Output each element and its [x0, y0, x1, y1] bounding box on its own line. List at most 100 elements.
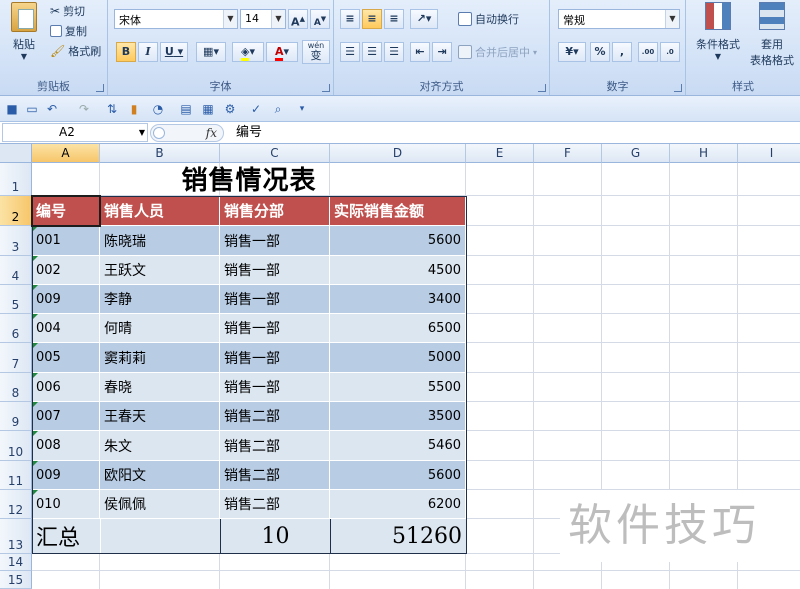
table-header-cell[interactable]: 实际销售金额: [330, 196, 466, 226]
increase-indent-button[interactable]: ⇥: [432, 42, 452, 62]
row-header-3[interactable]: 3: [0, 226, 32, 256]
column-header-i[interactable]: I: [738, 144, 800, 163]
table-row-cell[interactable]: 销售二部: [220, 490, 330, 519]
table-row-cell[interactable]: 王跃文: [100, 256, 220, 285]
column-header-a[interactable]: A: [32, 144, 100, 163]
table-row-cell[interactable]: 春晓: [100, 373, 220, 402]
bold-button[interactable]: B: [116, 42, 136, 62]
merge-center-button[interactable]: 合并后居中 ▾: [458, 43, 537, 61]
row-header-6[interactable]: 6: [0, 314, 32, 343]
customize-toolbar-icon[interactable]: ▾: [294, 101, 310, 117]
table-row-cell[interactable]: 销售二部: [220, 431, 330, 461]
insert-function-control[interactable]: fx: [150, 124, 224, 142]
table-row-cell[interactable]: 5500: [330, 373, 466, 402]
spell-check-icon[interactable]: ✓: [248, 101, 264, 117]
align-center-button[interactable]: ☰: [362, 42, 382, 62]
format-as-table-button[interactable]: 套用 表格格式: [746, 2, 798, 68]
column-header-b[interactable]: B: [100, 144, 220, 163]
increase-decimal-button[interactable]: .00: [638, 42, 658, 62]
row-header-1[interactable]: 1: [0, 163, 32, 196]
align-right-button[interactable]: ☰: [384, 42, 404, 62]
table-row-cell[interactable]: 销售一部: [220, 285, 330, 314]
table-row-cell[interactable]: 002: [32, 256, 100, 285]
new-document-icon[interactable]: ▭: [24, 101, 40, 117]
column-header-c[interactable]: C: [220, 144, 330, 163]
copy-button[interactable]: 复制: [50, 22, 87, 40]
column-header-h[interactable]: H: [670, 144, 738, 163]
font-launcher[interactable]: [322, 84, 330, 92]
row-header-14[interactable]: 14: [0, 554, 32, 571]
table-row-cell[interactable]: 销售二部: [220, 402, 330, 431]
row-header-15[interactable]: 15: [0, 571, 32, 589]
function-icon[interactable]: fx: [206, 125, 217, 142]
select-all-corner[interactable]: [0, 144, 32, 163]
table-row-cell[interactable]: 009: [32, 285, 100, 314]
number-launcher[interactable]: [674, 84, 682, 92]
table-row-cell[interactable]: 欧阳文: [100, 461, 220, 490]
italic-button[interactable]: I: [138, 42, 158, 62]
save-icon[interactable]: ■: [4, 101, 20, 117]
table-row-cell[interactable]: 005: [32, 343, 100, 373]
row-header-4[interactable]: 4: [0, 256, 32, 285]
column-header-d[interactable]: D: [330, 144, 466, 163]
pie-chart-icon[interactable]: ◔: [150, 101, 166, 117]
table-row-cell[interactable]: 004: [32, 314, 100, 343]
table-row-cell[interactable]: 010: [32, 490, 100, 519]
font-color-button[interactable]: A▾: [266, 42, 298, 62]
gear-icon[interactable]: ⚙: [222, 101, 238, 117]
table-header-cell[interactable]: 销售分部: [220, 196, 330, 226]
decrease-decimal-button[interactable]: .0: [660, 42, 680, 62]
table-row-cell[interactable]: 销售一部: [220, 226, 330, 256]
underline-button[interactable]: U ▾: [160, 42, 188, 62]
table-row-cell[interactable]: 001: [32, 226, 100, 256]
column-header-e[interactable]: E: [466, 144, 534, 163]
table-row-cell[interactable]: 销售一部: [220, 343, 330, 373]
table-row-cell[interactable]: 销售一部: [220, 373, 330, 402]
form-icon[interactable]: ▤: [178, 101, 194, 117]
phonetic-button[interactable]: wén 变: [302, 40, 330, 64]
table-row-cell[interactable]: 5460: [330, 431, 466, 461]
row-header-8[interactable]: 8: [0, 373, 32, 402]
alignment-launcher[interactable]: [538, 84, 546, 92]
table-row-cell[interactable]: 009: [32, 461, 100, 490]
align-left-button[interactable]: ☰: [340, 42, 360, 62]
column-header-f[interactable]: F: [534, 144, 602, 163]
decrease-indent-button[interactable]: ⇤: [410, 42, 430, 62]
row-header-11[interactable]: 11: [0, 461, 32, 490]
total-blank-cell[interactable]: [100, 519, 220, 554]
table-row-cell[interactable]: 侯佩佩: [100, 490, 220, 519]
name-box[interactable]: A2 ▼: [2, 123, 148, 142]
table-row-cell[interactable]: 王春天: [100, 402, 220, 431]
table-row-cell[interactable]: 5000: [330, 343, 466, 373]
sort-icon[interactable]: ⇅: [104, 101, 120, 117]
row-header-10[interactable]: 10: [0, 431, 32, 461]
conditional-format-button[interactable]: 条件格式 ▼: [690, 2, 746, 61]
table-row-cell[interactable]: 李静: [100, 285, 220, 314]
align-bottom-button[interactable]: ≡: [384, 9, 404, 29]
shrink-font-button[interactable]: A▼: [310, 9, 330, 29]
align-top-button[interactable]: ≡: [340, 9, 360, 29]
format-painter-button[interactable]: 🖌 格式刷: [50, 42, 101, 60]
wrap-text-button[interactable]: 自动换行: [458, 10, 519, 28]
sheet-title[interactable]: 销售情况表: [32, 163, 466, 197]
row-header-13[interactable]: 13: [0, 519, 32, 554]
total-sum-cell[interactable]: 51260: [330, 519, 466, 554]
table-row-cell[interactable]: 何晴: [100, 314, 220, 343]
table-row-cell[interactable]: 3400: [330, 285, 466, 314]
table-row-cell[interactable]: 销售二部: [220, 461, 330, 490]
total-count-cell[interactable]: 10: [220, 519, 330, 554]
row-header-7[interactable]: 7: [0, 343, 32, 373]
row-header-9[interactable]: 9: [0, 402, 32, 431]
fill-color-button[interactable]: ◈▾: [232, 42, 264, 62]
borders-button[interactable]: ▦▾: [196, 42, 226, 62]
print-preview-icon[interactable]: ⌕: [270, 101, 286, 117]
row-header-12[interactable]: 12: [0, 490, 32, 519]
table-header-cell[interactable]: 销售人员: [100, 196, 220, 226]
number-format-select[interactable]: 常规 ▼: [558, 9, 680, 29]
table-row-cell[interactable]: 陈晓瑞: [100, 226, 220, 256]
table-row-cell[interactable]: 朱文: [100, 431, 220, 461]
formula-input[interactable]: 编号: [236, 124, 262, 142]
undo-icon[interactable]: ↶: [44, 101, 60, 117]
row-header-5[interactable]: 5: [0, 285, 32, 314]
align-middle-button[interactable]: ≡: [362, 9, 382, 29]
